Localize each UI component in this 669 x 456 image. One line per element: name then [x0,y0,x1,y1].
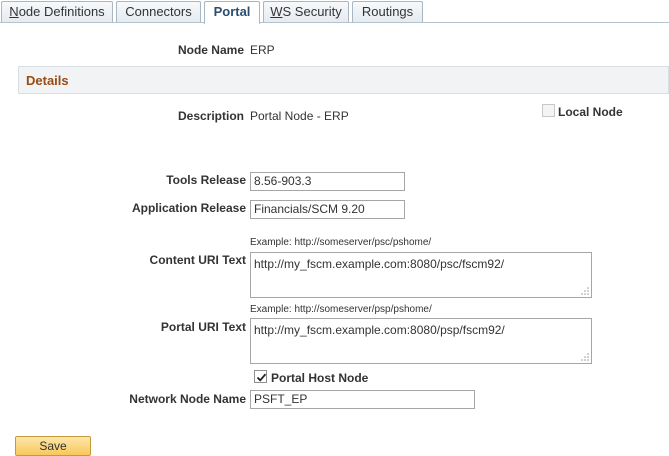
tab-label: Connectors [125,4,192,19]
network-node-name-label: Network Node Name [129,392,246,406]
local-node-checkbox[interactable] [542,104,555,117]
tab-divider [0,22,669,23]
resize-grip-icon[interactable] [581,353,589,361]
tab-node-definitions[interactable]: Node Definitions [1,1,113,23]
checkmark-icon [256,373,267,382]
resize-grip-icon[interactable] [581,287,589,295]
tab-ws-security[interactable]: WS Security [263,1,349,23]
content-uri-textarea[interactable]: http://my_fscm.example.com:8080/psc/fscm… [250,252,592,298]
content-uri-value: http://my_fscm.example.com:8080/psc/fscm… [254,257,505,271]
portal-uri-label: Portal URI Text [160,320,246,334]
node-name-label: Node Name [177,43,244,57]
application-release-label: Application Release [131,201,246,215]
content-uri-example: Example: http://someserver/psc/pshome/ [250,237,432,248]
tab-label: Portal [213,4,251,19]
network-node-name-input[interactable]: PSFT_EP [250,390,475,409]
description-value: Portal Node - ERP [250,109,349,123]
tab-access-key: W [270,4,283,19]
details-title: Details [26,73,69,88]
tools-release-input[interactable]: 8.56-903.3 [250,172,405,191]
tools-release-label: Tools Release [166,173,246,187]
tab-portal[interactable]: Portal [204,1,260,24]
application-release-input[interactable]: Financials/SCM 9.20 [250,200,405,219]
description-label: Description [177,109,244,123]
tab-connectors[interactable]: Connectors [116,1,201,23]
portal-host-node-label: Portal Host Node [271,371,369,385]
tab-routings[interactable]: Routings [352,1,423,23]
tab-label-rest: ode Definitions [18,4,105,19]
tab-label: Routings [361,4,414,19]
tab-label-rest: S Security [282,4,342,19]
save-button[interactable]: Save [15,436,91,456]
tab-access-key: N [9,4,19,19]
details-section-header: Details [18,66,669,94]
content-uri-label: Content URI Text [149,253,246,267]
portal-host-node-checkbox[interactable] [254,370,267,383]
portal-uri-value: http://my_fscm.example.com:8080/psp/fscm… [254,323,505,337]
portal-uri-example: Example: http://someserver/psp/pshome/ [250,304,432,315]
node-name-value: ERP [250,43,275,57]
portal-uri-textarea[interactable]: http://my_fscm.example.com:8080/psp/fscm… [250,318,592,364]
local-node-label: Local Node [558,105,623,119]
tab-bar: Node Definitions Connectors Portal WS Se… [0,0,669,24]
